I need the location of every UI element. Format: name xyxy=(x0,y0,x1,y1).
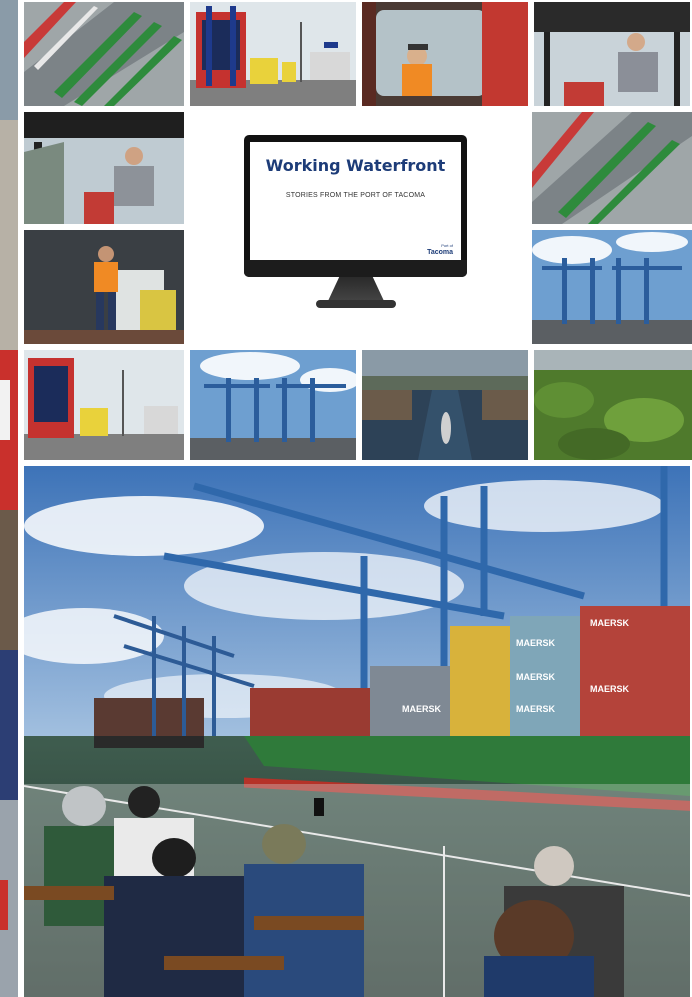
photo-straddle-carrier-1 xyxy=(190,2,356,106)
container-label: MAERSK xyxy=(516,638,556,648)
page-subtitle: STORIES FROM THE PORT OF TACOMA xyxy=(285,192,426,199)
photo-container-ship-hero: MAERSK MAERSK MAERSK MAERSK MAERSK MAERS… xyxy=(24,466,690,997)
port-logo-icon: Port of Tacoma xyxy=(427,242,453,256)
monitor-foot xyxy=(316,300,396,308)
container-label: MAERSK xyxy=(516,704,556,714)
container-label: MAERSK xyxy=(516,672,556,682)
photo-cranes-sky-2 xyxy=(190,350,356,460)
container-label: MAERSK xyxy=(402,704,442,714)
photo-operator-cab-2 xyxy=(534,2,690,106)
edge-photo-strip xyxy=(0,0,18,997)
logo-small-text: Port of xyxy=(441,243,453,248)
photo-straddle-carrier-2 xyxy=(24,350,184,460)
monitor-stand xyxy=(328,277,384,301)
photo-cranes-sky-1 xyxy=(532,230,692,344)
monitor-screen: Working Waterfront STORIES FROM THE PORT… xyxy=(244,135,467,277)
monitor-chin xyxy=(244,260,467,277)
photo-worker-safety-vest xyxy=(24,230,184,344)
photo-aerial-forest xyxy=(534,350,692,460)
photo-operator-cab-1 xyxy=(362,2,528,106)
photo-aerial-containers-2 xyxy=(532,112,692,224)
logo-name-text: Tacoma xyxy=(427,249,453,256)
page-title: Working Waterfront xyxy=(265,156,446,175)
photo-operator-cab-3 xyxy=(24,112,184,224)
container-label: MAERSK xyxy=(590,684,630,694)
title-card: Working Waterfront STORIES FROM THE PORT… xyxy=(250,142,461,260)
photo-aerial-containers-1 xyxy=(24,2,184,106)
photo-aerial-waterway xyxy=(362,350,528,460)
monitor-graphic: Working Waterfront STORIES FROM THE PORT… xyxy=(190,112,526,344)
container-label: MAERSK xyxy=(590,618,630,628)
